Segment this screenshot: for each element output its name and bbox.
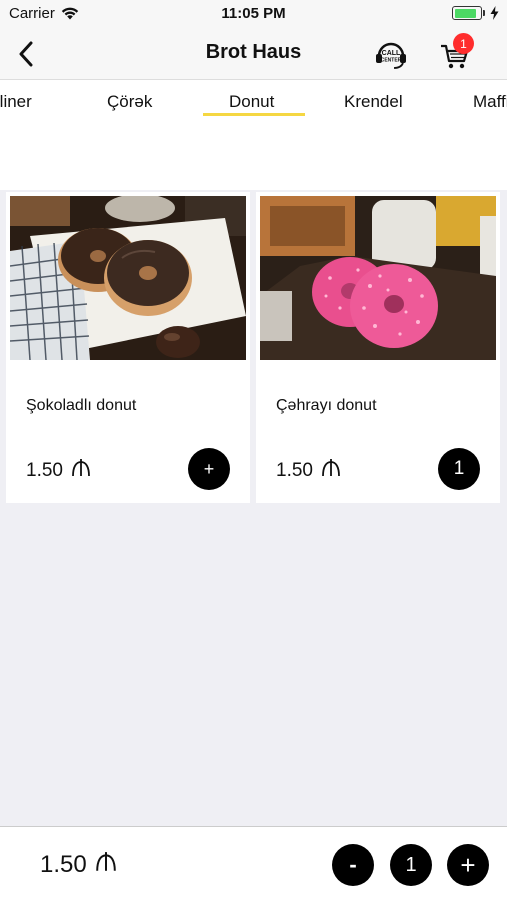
price-value: 1.50 [26,460,63,481]
decrease-quantity-button[interactable]: - [332,844,374,886]
product-card[interactable]: Şokoladlı donut 1.50 + [6,192,250,503]
call-center-button[interactable]: CALL CENTER [374,38,408,70]
manat-currency-icon [321,459,341,483]
increase-quantity-button[interactable]: + [447,844,489,886]
manat-symbol-graphic [72,459,90,477]
price-value: 1.50 [276,460,313,481]
call-center-text-center: CENTER [381,58,402,64]
cart-count-badge: 1 [453,33,474,54]
category-tabs: rliner Çörək Donut Krendel Maffin [0,80,507,190]
pink-donut-photo [260,196,496,360]
tab-krendel[interactable]: Krendel [344,92,403,112]
clock: 11:05 PM [221,5,286,22]
manat-currency-icon [71,459,91,483]
manat-symbol-graphic [322,459,340,477]
battery-level [454,8,476,18]
total-price: 1.50 [40,851,117,879]
bottom-summary-bar: 1.50 - 1 + [0,826,507,900]
tab-corek[interactable]: Çörək [107,92,152,112]
product-card[interactable]: Çəhrayı donut 1.50 1 [256,192,500,503]
active-tab-indicator [203,113,305,116]
manat-currency-icon [95,851,117,879]
battery-icon [452,6,485,20]
product-price: 1.50 [26,459,91,483]
quantity-display: 1 [390,844,432,886]
add-to-cart-button[interactable]: + [188,448,230,490]
call-center-icon: CALL CENTER [376,42,406,69]
total-value: 1.50 [40,851,87,878]
tab-maffin[interactable]: Maffin [473,92,507,112]
tab-berliner[interactable]: rliner [0,92,32,112]
manat-symbol-graphic [95,852,116,871]
charging-bolt-icon [490,6,499,20]
cart-button[interactable]: 1 [438,33,474,72]
cart-quantity-button[interactable]: 1 [438,448,480,490]
product-name: Çəhrayı donut [276,397,377,414]
tab-donut[interactable]: Donut [229,92,274,112]
product-name: Şokoladlı donut [26,397,137,414]
battery-status [452,6,499,20]
call-center-text-call: CALL [382,50,401,57]
chocolate-donut-photo [10,196,246,360]
navigation-bar: Brot Haus CALL CENTER 1 [0,28,507,80]
page-title: Brot Haus [205,41,302,63]
status-bar: Carrier 11:05 PM [0,0,507,28]
product-price: 1.50 [276,459,341,483]
